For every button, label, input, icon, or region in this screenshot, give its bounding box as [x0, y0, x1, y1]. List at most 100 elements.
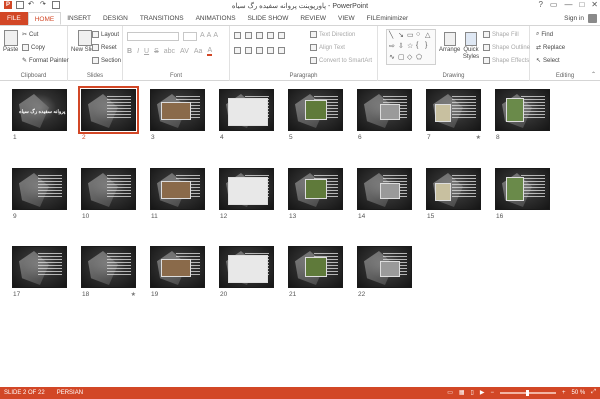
slide-thumbnail-16[interactable]: 16: [495, 168, 550, 220]
slide-thumbnail-14[interactable]: 14: [357, 168, 412, 220]
quick-styles-button[interactable]: Quick Styles: [462, 32, 480, 61]
decrease-indent-icon[interactable]: [256, 32, 263, 39]
rounded-rect-shape-icon[interactable]: ▢: [398, 53, 405, 61]
slide-thumbnail-18[interactable]: 18 ★: [81, 246, 136, 298]
diamond-shape-icon[interactable]: ◇: [407, 53, 412, 61]
language-indicator[interactable]: PERSIAN: [57, 390, 83, 396]
text-direction-button[interactable]: Text Direction: [310, 31, 355, 38]
tab-home[interactable]: HOME: [27, 12, 62, 25]
slide-thumbnail-7[interactable]: 7 ★: [426, 89, 481, 141]
paste-button[interactable]: Paste: [3, 30, 18, 53]
columns-icon[interactable]: [278, 47, 285, 54]
tab-slide-show[interactable]: SLIDE SHOW: [242, 12, 295, 25]
animation-star-icon[interactable]: ★: [476, 134, 481, 141]
reading-view-icon[interactable]: ▯: [471, 389, 474, 396]
rectangle-shape-icon[interactable]: ▭: [407, 31, 414, 39]
align-text-button[interactable]: Align Text: [310, 44, 345, 51]
slide-thumbnail-3[interactable]: 3: [150, 89, 205, 141]
tab-animations[interactable]: ANIMATIONS: [190, 12, 242, 25]
tab-fileminimizer[interactable]: FILEminimizer: [361, 12, 415, 25]
ribbon-display-button[interactable]: ▭: [550, 0, 558, 9]
shape-fill-button[interactable]: Shape Fill: [483, 31, 519, 38]
slide-thumbnail-image[interactable]: [219, 246, 274, 288]
slide-thumbnail-image[interactable]: [357, 246, 412, 288]
slide-thumbnail-image[interactable]: [495, 89, 550, 131]
slide-thumbnail-1[interactable]: پروانه سفیده رگ سیاه 1: [12, 89, 67, 141]
tab-design[interactable]: DESIGN: [97, 12, 134, 25]
font-size-select[interactable]: [183, 32, 197, 41]
slide-sorter-view-icon[interactable]: ▦: [459, 389, 465, 396]
grow-font-button[interactable]: A: [200, 32, 205, 39]
layout-button[interactable]: Layout: [92, 31, 119, 38]
zoom-slider-thumb[interactable]: [525, 389, 529, 396]
zoom-level[interactable]: 50 %: [572, 390, 586, 396]
slide-thumbnail-8[interactable]: 8: [495, 89, 550, 141]
align-right-icon[interactable]: [256, 47, 263, 54]
align-left-icon[interactable]: [234, 47, 241, 54]
slide-thumbnail-17[interactable]: 17: [12, 246, 67, 298]
slide-thumbnail-image[interactable]: [357, 89, 412, 131]
select-button[interactable]: ↖ Select: [536, 57, 560, 65]
arrow-right-shape-icon[interactable]: ⇨: [389, 42, 395, 50]
tab-transitions[interactable]: TRANSITIONS: [134, 12, 190, 25]
slide-thumbnail-image[interactable]: [150, 168, 205, 210]
slide-thumbnail-4[interactable]: 4: [219, 89, 274, 141]
line-shape-icon[interactable]: ╲: [389, 31, 393, 39]
increase-indent-icon[interactable]: [267, 32, 274, 39]
slide-thumbnail-image[interactable]: [288, 89, 343, 131]
shape-outline-button[interactable]: Shape Outline: [483, 44, 530, 51]
shapes-gallery[interactable]: ╲ ↘ ▭ ○ △ ⇨ ⇩ ☆ { } ∿ ▢ ◇ ⬠: [386, 29, 436, 65]
slide-thumbnail-image[interactable]: [150, 246, 205, 288]
star-shape-icon[interactable]: ☆: [407, 42, 413, 50]
slide-thumbnail-10[interactable]: 10: [81, 168, 136, 220]
slide-thumbnail-image[interactable]: [357, 168, 412, 210]
arrow-shape-icon[interactable]: ↘: [398, 31, 404, 39]
slide-thumbnail-6[interactable]: 6: [357, 89, 412, 141]
clear-formatting-button[interactable]: A: [213, 32, 218, 39]
tab-review[interactable]: REVIEW: [294, 12, 332, 25]
avatar[interactable]: [588, 14, 597, 23]
character-spacing-button[interactable]: AV: [180, 48, 189, 55]
zoom-out-button[interactable]: −: [490, 390, 494, 396]
shadow-button[interactable]: abc: [164, 48, 175, 55]
slide-thumbnail-image[interactable]: [81, 168, 136, 210]
arrow-down-shape-icon[interactable]: ⇩: [398, 42, 404, 50]
slide-thumbnail-image[interactable]: [81, 246, 136, 288]
slide-thumbnail-20[interactable]: 20: [219, 246, 274, 298]
slide-thumbnail-2[interactable]: 2: [78, 86, 139, 141]
change-case-button[interactable]: Aa: [194, 48, 203, 55]
maximize-button[interactable]: □: [579, 0, 584, 9]
slide-thumbnail-image[interactable]: [219, 168, 274, 210]
copy-button[interactable]: Copy: [22, 44, 45, 51]
find-button[interactable]: ⌕ Find: [536, 31, 553, 38]
normal-view-icon[interactable]: ▭: [447, 389, 453, 396]
slide-thumbnail-image[interactable]: [12, 246, 67, 288]
oval-shape-icon[interactable]: ○: [416, 31, 420, 38]
line-spacing-icon[interactable]: [278, 32, 285, 39]
slide-thumbnail-image[interactable]: [426, 89, 481, 131]
zoom-slider[interactable]: [499, 389, 556, 396]
section-button[interactable]: Section: [92, 57, 121, 64]
numbering-icon[interactable]: [245, 32, 252, 39]
fit-to-window-icon[interactable]: ⤢: [591, 389, 596, 396]
slide-thumbnail-15[interactable]: 15: [426, 168, 481, 220]
font-size-field[interactable]: [183, 32, 197, 41]
curve-shape-icon[interactable]: ∿: [389, 53, 395, 61]
strikethrough-button[interactable]: S: [154, 48, 159, 55]
cut-button[interactable]: ✂ Cut: [22, 31, 38, 39]
slide-thumbnail-9[interactable]: 9: [12, 168, 67, 220]
convert-smartart-button[interactable]: Convert to SmartArt: [310, 57, 372, 64]
animation-star-icon[interactable]: ★: [131, 291, 136, 298]
justify-icon[interactable]: [267, 47, 274, 54]
font-family-select[interactable]: [127, 32, 179, 41]
underline-button[interactable]: U: [144, 48, 149, 55]
reset-button[interactable]: Reset: [92, 44, 117, 51]
collapse-ribbon-icon[interactable]: ⌃: [591, 71, 596, 78]
bold-button[interactable]: B: [127, 48, 132, 55]
shape-effects-button[interactable]: Shape Effects: [483, 57, 529, 64]
triangle-shape-icon[interactable]: △: [425, 31, 430, 39]
pentagon-shape-icon[interactable]: ⬠: [416, 53, 422, 61]
minimize-button[interactable]: —: [564, 0, 572, 9]
slide-thumbnail-13[interactable]: 13: [288, 168, 343, 220]
slide-thumbnail-image[interactable]: [12, 168, 67, 210]
